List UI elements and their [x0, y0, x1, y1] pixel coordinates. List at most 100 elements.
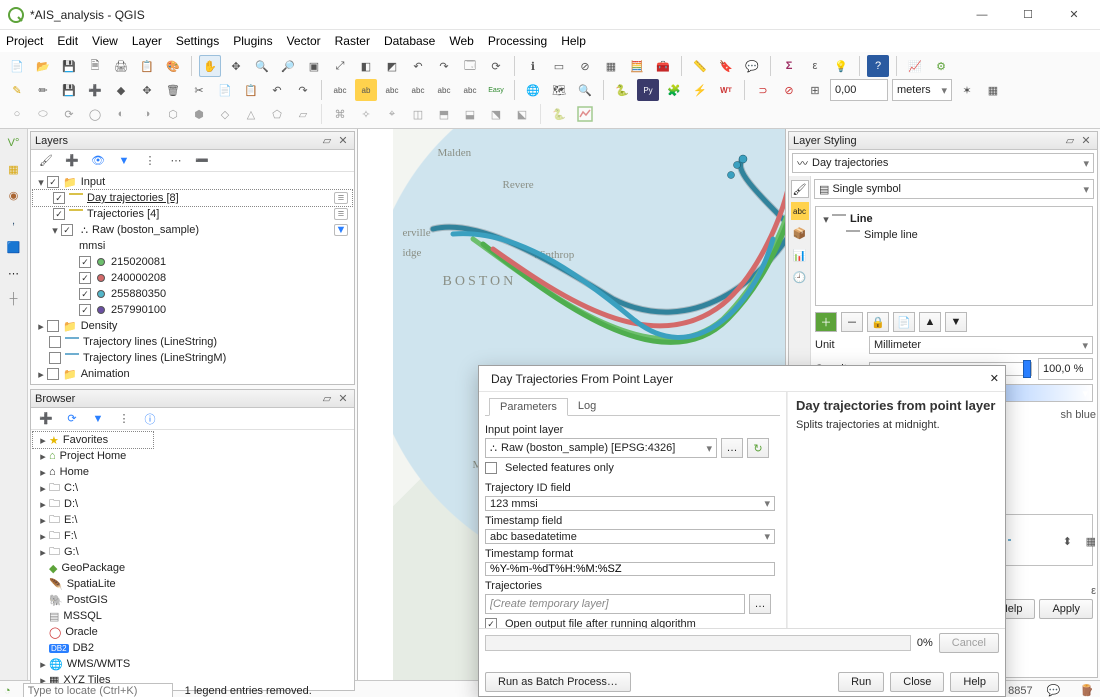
wkt-icon[interactable]: WT: [715, 79, 737, 101]
dup-symbol-layer-button[interactable]: 📄: [893, 312, 915, 332]
plugins-icon[interactable]: 🧩: [663, 79, 685, 101]
menu-raster[interactable]: Raster: [335, 34, 370, 48]
add-vector-icon[interactable]: V°: [4, 133, 24, 153]
open-output-checkbox[interactable]: [485, 618, 497, 628]
mmsi-1[interactable]: 240000208: [111, 272, 166, 284]
pan-icon[interactable]: ✋: [199, 55, 221, 77]
menu-settings[interactable]: Settings: [176, 34, 219, 48]
undock-icon[interactable]: ▱: [1063, 134, 1077, 148]
digitize-10-icon[interactable]: △: [240, 103, 262, 125]
digitize-3-icon[interactable]: ⟳: [58, 103, 80, 125]
browser-add-icon[interactable]: ➕: [35, 408, 57, 430]
selected-features-checkbox[interactable]: [485, 462, 497, 474]
text-annotation-icon[interactable]: 💬: [741, 55, 763, 77]
close-button[interactable]: Close: [890, 672, 944, 692]
input-layer-select[interactable]: ∴Raw (boston_sample) [EPSG:4326]▾: [485, 438, 717, 458]
bi10[interactable]: PostGIS: [67, 594, 108, 606]
bi7[interactable]: G:\: [64, 546, 79, 558]
label-rule-icon[interactable]: abc: [381, 79, 403, 101]
sigma-icon[interactable]: Σ: [778, 55, 800, 77]
add-feature-icon[interactable]: ➕: [84, 79, 106, 101]
tips-icon[interactable]: 💡: [830, 55, 852, 77]
filter-badge-icon[interactable]: ▼: [334, 224, 348, 236]
bi4[interactable]: D:\: [64, 498, 78, 510]
minimize-button[interactable]: —: [968, 5, 996, 25]
label-abc-icon[interactable]: abc: [329, 79, 351, 101]
osm-search-icon[interactable]: 🔍: [574, 79, 596, 101]
temporal-icon[interactable]: [574, 103, 596, 125]
grid-tool-icon[interactable]: ▦: [982, 79, 1004, 101]
add-raster-icon[interactable]: ▦: [4, 159, 24, 179]
style-manager-icon[interactable]: 🎨: [162, 55, 184, 77]
pan-to-selection-icon[interactable]: ✥: [225, 55, 247, 77]
expression-icon[interactable]: ε: [804, 55, 826, 77]
edit-toggle-icon[interactable]: ✏: [32, 79, 54, 101]
layer-filter-icon[interactable]: ▼: [113, 150, 135, 172]
layer-day-traj[interactable]: Day trajectories [8]: [87, 192, 179, 204]
group-input[interactable]: Input: [81, 176, 105, 188]
digitize-1-icon[interactable]: ○: [6, 103, 28, 125]
refresh-icon[interactable]: ⟳: [485, 55, 507, 77]
adv-7-icon[interactable]: ⬔: [485, 103, 507, 125]
layer-tl2[interactable]: Trajectory lines (LineStringM): [83, 352, 226, 364]
close-button[interactable]: ✕: [1060, 5, 1088, 25]
python-console-icon[interactable]: Py: [637, 79, 659, 101]
bi6[interactable]: F:\: [64, 530, 77, 542]
layer-badge-icon[interactable]: ≡: [334, 192, 348, 204]
labels-tab-icon[interactable]: abc: [791, 202, 809, 220]
menu-edit[interactable]: Edit: [57, 34, 78, 48]
help-icon[interactable]: ?: [867, 55, 889, 77]
browser-refresh-icon[interactable]: ⟳: [61, 408, 83, 430]
layer-remove-icon[interactable]: ➖: [191, 150, 213, 172]
digitize-11-icon[interactable]: ⬠: [266, 103, 288, 125]
adv-3-icon[interactable]: ⌖: [381, 103, 403, 125]
menu-processing[interactable]: Processing: [488, 34, 547, 48]
move-up-button[interactable]: ▲: [919, 312, 941, 332]
redo-icon[interactable]: ↷: [292, 79, 314, 101]
layer-collapse-icon[interactable]: ⋯: [165, 150, 187, 172]
label-pin-icon[interactable]: abc: [459, 79, 481, 101]
close-panel-icon[interactable]: ✕: [336, 392, 350, 406]
new-project-icon[interactable]: 📄: [6, 55, 28, 77]
cancel-button[interactable]: Cancel: [939, 633, 999, 653]
easy-label-icon[interactable]: Easy: [485, 79, 507, 101]
bi9[interactable]: SpatiaLite: [67, 578, 116, 590]
label-rotate-icon[interactable]: abc: [433, 79, 455, 101]
add-chip-icon[interactable]: 🟦: [4, 237, 24, 257]
layer-expand-icon[interactable]: ⋮: [139, 150, 161, 172]
adv-2-icon[interactable]: ✧: [355, 103, 377, 125]
styling-layer-select[interactable]: 〰Day trajectories▾: [792, 153, 1094, 173]
zoom-last-icon[interactable]: ↶: [407, 55, 429, 77]
label-layer-icon[interactable]: ab: [355, 79, 377, 101]
deselect-icon[interactable]: ⊘: [574, 55, 596, 77]
processing-r-icon[interactable]: ⚡: [689, 79, 711, 101]
paste-icon[interactable]: 📋: [240, 79, 262, 101]
browser-collapse-icon[interactable]: ⋮: [113, 408, 135, 430]
add-symbol-layer-button[interactable]: ＋: [815, 312, 837, 332]
bookmarks-icon[interactable]: 🔖: [715, 55, 737, 77]
adv-1-icon[interactable]: ⌘: [329, 103, 351, 125]
layer-traj[interactable]: Trajectories [4]: [87, 208, 159, 220]
remove-symbol-layer-button[interactable]: －: [841, 312, 863, 332]
layout-manager-icon[interactable]: 🖨: [110, 55, 132, 77]
move-feature-icon[interactable]: ✥: [136, 79, 158, 101]
close-panel-icon[interactable]: ✕: [336, 134, 350, 148]
open-project-icon[interactable]: 📂: [32, 55, 54, 77]
tab-parameters[interactable]: Parameters: [489, 398, 568, 416]
fav[interactable]: Favorites: [63, 434, 108, 446]
layer-raw[interactable]: Raw (boston_sample): [92, 224, 199, 236]
add-csv-icon[interactable]: ,: [4, 211, 24, 231]
py-run-icon[interactable]: 🐍: [548, 103, 570, 125]
ts-field-select[interactable]: abc basedatetime▾: [485, 529, 775, 544]
bi5[interactable]: E:\: [64, 514, 77, 526]
datavis-icon[interactable]: 📈: [904, 55, 926, 77]
digitize-2-icon[interactable]: ⬭: [32, 103, 54, 125]
menu-help[interactable]: Help: [561, 34, 586, 48]
web-globe-icon[interactable]: 🌐: [522, 79, 544, 101]
close-panel-icon[interactable]: ✕: [1079, 134, 1093, 148]
identify-icon[interactable]: ℹ: [522, 55, 544, 77]
crosshair-icon[interactable]: ┼: [4, 289, 24, 309]
bi2[interactable]: Home: [60, 466, 89, 478]
browser-filter-icon[interactable]: ▼: [87, 408, 109, 430]
menu-vector[interactable]: Vector: [287, 34, 321, 48]
